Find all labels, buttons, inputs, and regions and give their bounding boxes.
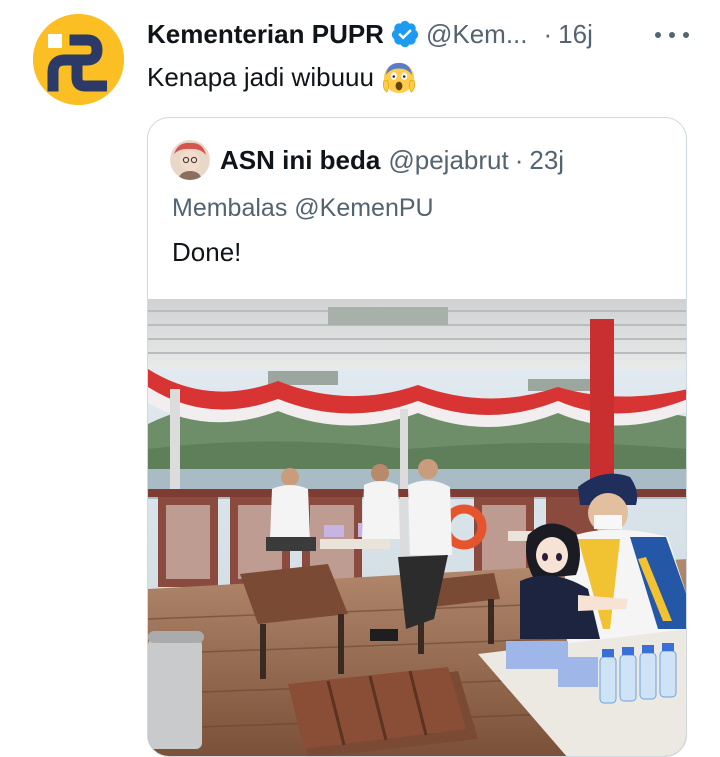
quoted-separator-dot: · bbox=[514, 144, 524, 175]
quoted-author-avatar[interactable] bbox=[170, 140, 210, 180]
more-horizontal-icon[interactable] bbox=[655, 28, 689, 42]
quoted-tweet-card[interactable]: ASN ini beda @pejabrut · 23j Membalas @K… bbox=[147, 117, 687, 757]
quoted-author-handle[interactable]: @pejabrut bbox=[388, 145, 508, 176]
verified-badge-icon bbox=[391, 20, 419, 48]
quoted-photo[interactable] bbox=[148, 299, 686, 756]
tweet-body: Kenapa jadi wibuuu bbox=[147, 61, 374, 92]
separator-dot: · bbox=[543, 18, 553, 49]
boat-deck-photo bbox=[148, 299, 686, 756]
quoted-header: ASN ini beda @pejabrut · 23j bbox=[170, 140, 564, 180]
author-name[interactable]: Kementerian PUPR bbox=[147, 19, 384, 50]
quoted-time[interactable]: 23j bbox=[529, 145, 564, 176]
quoted-text: Done! bbox=[172, 237, 242, 267]
face-screaming-in-fear-icon bbox=[382, 62, 415, 94]
tweet-header: Kementerian PUPR @Kem... · 16j bbox=[147, 14, 593, 54]
tweet-time[interactable]: 16j bbox=[558, 19, 593, 50]
author-avatar[interactable] bbox=[33, 14, 124, 105]
tweet-text: Kenapa jadi wibuuu bbox=[147, 60, 416, 94]
pupr-logo bbox=[33, 14, 124, 105]
quoted-author-name[interactable]: ASN ini beda bbox=[220, 145, 380, 176]
replying-to[interactable]: Membalas @KemenPU bbox=[172, 194, 434, 223]
author-handle[interactable]: @Kem... bbox=[426, 19, 528, 50]
